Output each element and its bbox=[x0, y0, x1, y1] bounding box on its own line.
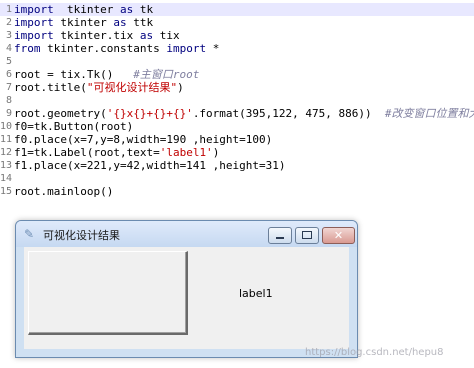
line-number: 15 bbox=[0, 186, 13, 197]
code-line: 6 root = tix.Tk() #主窗口root bbox=[0, 68, 474, 81]
minimize-icon bbox=[276, 237, 284, 239]
code-token: root.title( bbox=[14, 81, 87, 94]
code-token: import bbox=[14, 16, 54, 29]
window-title: 可视化设计结果 bbox=[43, 229, 120, 242]
window-titlebar[interactable]: ✎ 可视化设计结果 ✕ bbox=[16, 221, 357, 247]
line-number: 2 bbox=[5, 17, 12, 28]
code-text: f1.place(x=221,y=42,width=141 ,height=31… bbox=[14, 159, 286, 172]
code-text: root = tix.Tk() #主窗口root bbox=[14, 68, 199, 81]
code-editor[interactable]: 1 import tkinter as tk 2 import tkinter as … bbox=[0, 0, 474, 200]
code-token: tkinter bbox=[53, 3, 120, 16]
code-line: 1 import tkinter as tk bbox=[0, 3, 474, 16]
line-number: 7 bbox=[5, 82, 12, 93]
f1-label: label1 bbox=[239, 287, 273, 300]
code-text: root.geometry('{}x{}+{}+{}'.format(395,1… bbox=[14, 107, 474, 120]
code-token: ) bbox=[212, 146, 220, 159]
code-token: tkinter.constants bbox=[40, 42, 167, 55]
code-token: f0=tk.Button(root) bbox=[14, 120, 134, 133]
code-token: * bbox=[206, 42, 220, 55]
code-line: 4 from tkinter.constants import * bbox=[0, 42, 474, 55]
line-number: 13 bbox=[0, 160, 13, 171]
line-number: 6 bbox=[5, 69, 12, 80]
code-token: root = tix.Tk() bbox=[14, 68, 134, 81]
code-token: from bbox=[14, 42, 41, 55]
code-line: 5 bbox=[0, 55, 474, 68]
code-text: import tkinter.tix as tix bbox=[14, 29, 180, 42]
code-text: root.mainloop() bbox=[14, 185, 113, 198]
code-token: import bbox=[14, 3, 54, 16]
code-line: 9 root.geometry('{}x{}+{}+{}'.format(395,… bbox=[0, 107, 474, 120]
line-number: 8 bbox=[5, 95, 12, 106]
maximize-button[interactable] bbox=[295, 227, 319, 244]
code-line: 15 root.mainloop() bbox=[0, 185, 474, 198]
code-token: as bbox=[113, 16, 127, 29]
code-line: 2 import tkinter as ttk bbox=[0, 16, 474, 29]
code-line: 7 root.title("可视化设计结果") bbox=[0, 81, 474, 94]
code-text: f0=tk.Button(root) bbox=[14, 120, 133, 133]
code-line: 8 bbox=[0, 94, 474, 107]
line-number: 5 bbox=[5, 56, 12, 67]
code-token: import bbox=[14, 29, 54, 42]
close-icon: ✕ bbox=[333, 229, 344, 242]
code-line: 14 bbox=[0, 172, 474, 185]
code-line: 3 import tkinter.tix as tix bbox=[0, 29, 474, 42]
code-text: from tkinter.constants import * bbox=[14, 42, 219, 55]
line-number: 1 bbox=[5, 4, 12, 15]
feather-icon: ✎ bbox=[24, 227, 35, 241]
code-line: 12 f1=tk.Label(root,text='label1') bbox=[0, 146, 474, 159]
close-button[interactable]: ✕ bbox=[322, 227, 355, 244]
code-token: "可视化设计结果" bbox=[86, 81, 178, 94]
code-token: import bbox=[166, 42, 207, 55]
code-token: '{}x{}+{}+{}' bbox=[106, 107, 193, 120]
code-token: f0.place(x=7,y=8,width=190 ,height=100) bbox=[14, 133, 273, 146]
line-number: 10 bbox=[0, 121, 13, 132]
code-token: tk bbox=[133, 3, 154, 16]
code-token: #改变窗口位置和大小 bbox=[384, 107, 474, 120]
watermark: https://blog.csdn.net/hepu8 bbox=[305, 347, 444, 358]
line-number: 9 bbox=[5, 108, 12, 119]
code-line: 11 f0.place(x=7,y=8,width=190 ,height=100… bbox=[0, 133, 474, 146]
maximize-icon bbox=[302, 231, 312, 239]
code-token: #主窗口root bbox=[133, 68, 200, 81]
code-text: import tkinter as ttk bbox=[14, 16, 153, 29]
line-number: 12 bbox=[0, 147, 13, 158]
code-line: 10 f0=tk.Button(root) bbox=[0, 120, 474, 133]
code-token: as bbox=[119, 3, 134, 16]
code-text: f0.place(x=7,y=8,width=190 ,height=100) bbox=[14, 133, 272, 146]
code-token: .format(395,122, 475, 886)) bbox=[192, 107, 385, 120]
code-token: tkinter bbox=[53, 16, 114, 29]
code-text: root.title("可视化设计结果") bbox=[14, 81, 184, 94]
code-token: f1.place(x=221,y=42,width=141 ,height=31… bbox=[14, 159, 286, 172]
code-token: ) bbox=[177, 81, 184, 94]
code-token: root.mainloop() bbox=[14, 185, 114, 198]
code-token: as bbox=[139, 29, 154, 42]
f0-button[interactable] bbox=[28, 251, 188, 335]
code-text: f1=tk.Label(root,text='label1') bbox=[14, 146, 219, 159]
tk-window: ✎ 可视化设计结果 ✕ label1 bbox=[15, 220, 358, 358]
code-token: tix bbox=[153, 29, 180, 42]
window-client-area: label1 bbox=[24, 247, 349, 349]
code-token: f1=tk.Label(root,text= bbox=[14, 146, 160, 159]
line-number: 3 bbox=[5, 30, 12, 41]
code-token: ttk bbox=[126, 16, 154, 29]
code-token: 'label1' bbox=[159, 146, 213, 159]
line-number: 14 bbox=[0, 173, 13, 184]
code-text: import tkinter as tk bbox=[14, 3, 153, 16]
code-token: root.geometry( bbox=[14, 107, 107, 120]
line-number: 11 bbox=[0, 134, 13, 145]
code-token: tkinter.tix bbox=[53, 29, 140, 42]
code-line: 13 f1.place(x=221,y=42,width=141 ,height=… bbox=[0, 159, 474, 172]
line-number: 4 bbox=[5, 43, 12, 54]
minimize-button[interactable] bbox=[268, 227, 292, 244]
